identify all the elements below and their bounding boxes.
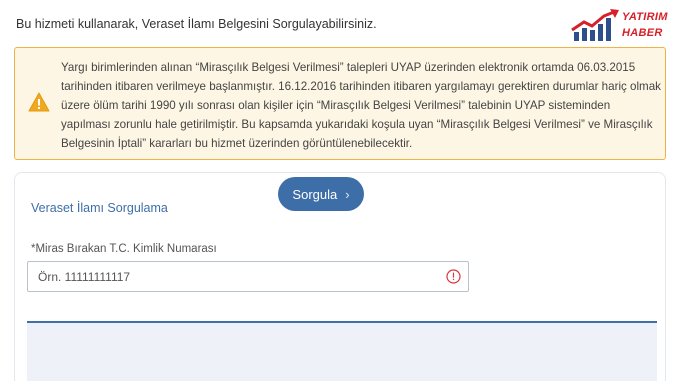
form-title: Veraset İlamı Sorgulama [31, 201, 168, 215]
tc-number-label: *Miras Bırakan T.C. Kimlik Numarası [31, 243, 217, 255]
chart-arrow-logo-icon [571, 9, 619, 41]
info-warning-box: Yargı birimlerinden alınan “Mirasçılık B… [14, 47, 666, 160]
warning-text: Yargı birimlerinden alınan “Mirasçılık B… [61, 61, 661, 150]
tc-number-field-wrapper [27, 261, 469, 292]
logo-text-line1: YATIRIM [622, 11, 668, 23]
logo-text-line2: HABER [622, 27, 663, 39]
sorgula-submit-button[interactable]: Sorgula › [278, 177, 364, 211]
yatirim-haber-logo: YATIRIM HABER [570, 8, 670, 44]
submit-button-label: Sorgula [292, 186, 338, 202]
chevron-right-icon: › [345, 186, 350, 202]
warning-triangle-icon [28, 92, 50, 112]
form-footer [27, 323, 657, 381]
tc-number-input[interactable] [28, 262, 438, 291]
error-exclamation-icon [446, 269, 461, 284]
intro-text: Bu hizmeti kullanarak, Veraset İlamı Bel… [16, 17, 377, 31]
